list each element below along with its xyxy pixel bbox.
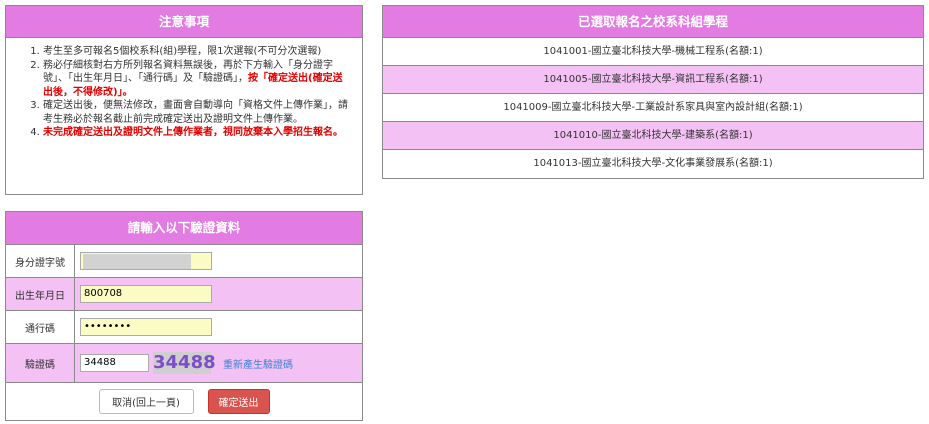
- captcha-input[interactable]: 34488: [80, 354, 149, 372]
- selected-program-row: 1041009-國立臺北科技大學-工業設計系家具與室內設計組(名額:1): [383, 94, 923, 122]
- id-number-row: 身分證字號: [6, 245, 362, 278]
- selected-program-row: 1041001-國立臺北科技大學-機械工程系(名額:1): [383, 38, 923, 66]
- selected-programs-title: 已選取報名之校系科組學程: [383, 6, 923, 38]
- id-number-input[interactable]: [80, 252, 212, 270]
- selected-programs-panel: 已選取報名之校系科組學程 1041001-國立臺北科技大學-機械工程系(名額:1…: [382, 5, 924, 179]
- birthdate-row: 出生年月日 800708: [6, 278, 362, 311]
- verification-panel: 請輸入以下驗證資料 身分證字號 出生年月日 800708 通行碼 •••••••…: [5, 211, 363, 421]
- notice-item: 考生至多可報名5個校系科(組)學程，限1次選報(不可分次選報): [43, 45, 348, 59]
- refresh-captcha-link[interactable]: 重新產生驗證碼: [223, 356, 293, 371]
- birthdate-label: 出生年月日: [6, 278, 75, 310]
- submit-button[interactable]: 確定送出: [207, 389, 270, 414]
- id-number-redaction: [83, 254, 191, 269]
- notice-warning-text: 未完成確定送出及證明文件上傳作業者，視同放棄本入學招生報名。: [43, 127, 343, 138]
- notice-text: 考生至多可報名5個校系科(組)學程，限1次選報(不可分次選報): [43, 46, 322, 57]
- notice-text: 確定送出後，便無法修改，畫面會自動導向「資格文件上傳作業」，請考生務必於報名截止…: [43, 100, 348, 125]
- selected-program-row: 1041005-國立臺北科技大學-資訊工程系(名額:1): [383, 66, 923, 94]
- passcode-row: 通行碼 ••••••••: [6, 311, 362, 344]
- verification-title: 請輸入以下驗證資料: [6, 212, 362, 245]
- notice-item: 確定送出後，便無法修改，畫面會自動導向「資格文件上傳作業」，請考生務必於報名截止…: [43, 99, 348, 126]
- action-buttons: 取消(回上一頁) 確定送出: [6, 383, 362, 420]
- selected-programs-list: 1041001-國立臺北科技大學-機械工程系(名額:1) 1041005-國立臺北…: [383, 38, 923, 178]
- notice-item: 未完成確定送出及證明文件上傳作業者，視同放棄本入學招生報名。: [43, 126, 348, 140]
- passcode-input[interactable]: ••••••••: [80, 318, 212, 336]
- selected-program-row: 1041013-國立臺北科技大學-文化事業發展系(名額:1): [533, 158, 773, 169]
- notice-list: 考生至多可報名5個校系科(組)學程，限1次選報(不可分次選報) 務必仔細核對右方所…: [6, 38, 362, 140]
- captcha-row: 驗證碼 34488 34488 重新產生驗證碼: [6, 344, 362, 383]
- selected-program-row: 1041010-國立臺北科技大學-建築系(名額:1): [383, 122, 923, 150]
- captcha-image: 34488: [153, 352, 216, 374]
- notice-title: 注意事項: [6, 6, 362, 38]
- captcha-label: 驗證碼: [6, 344, 75, 382]
- notice-panel: 注意事項 考生至多可報名5個校系科(組)學程，限1次選報(不可分次選報) 務必仔細…: [5, 5, 363, 195]
- birthdate-input[interactable]: 800708: [80, 285, 212, 303]
- notice-item: 務必仔細核對右方所列報名資料無誤後，再於下方輸入「身分證字號」、「出生年月日」、…: [43, 59, 348, 100]
- id-number-label: 身分證字號: [6, 245, 75, 277]
- passcode-label: 通行碼: [6, 311, 75, 343]
- cancel-button[interactable]: 取消(回上一頁): [98, 389, 194, 414]
